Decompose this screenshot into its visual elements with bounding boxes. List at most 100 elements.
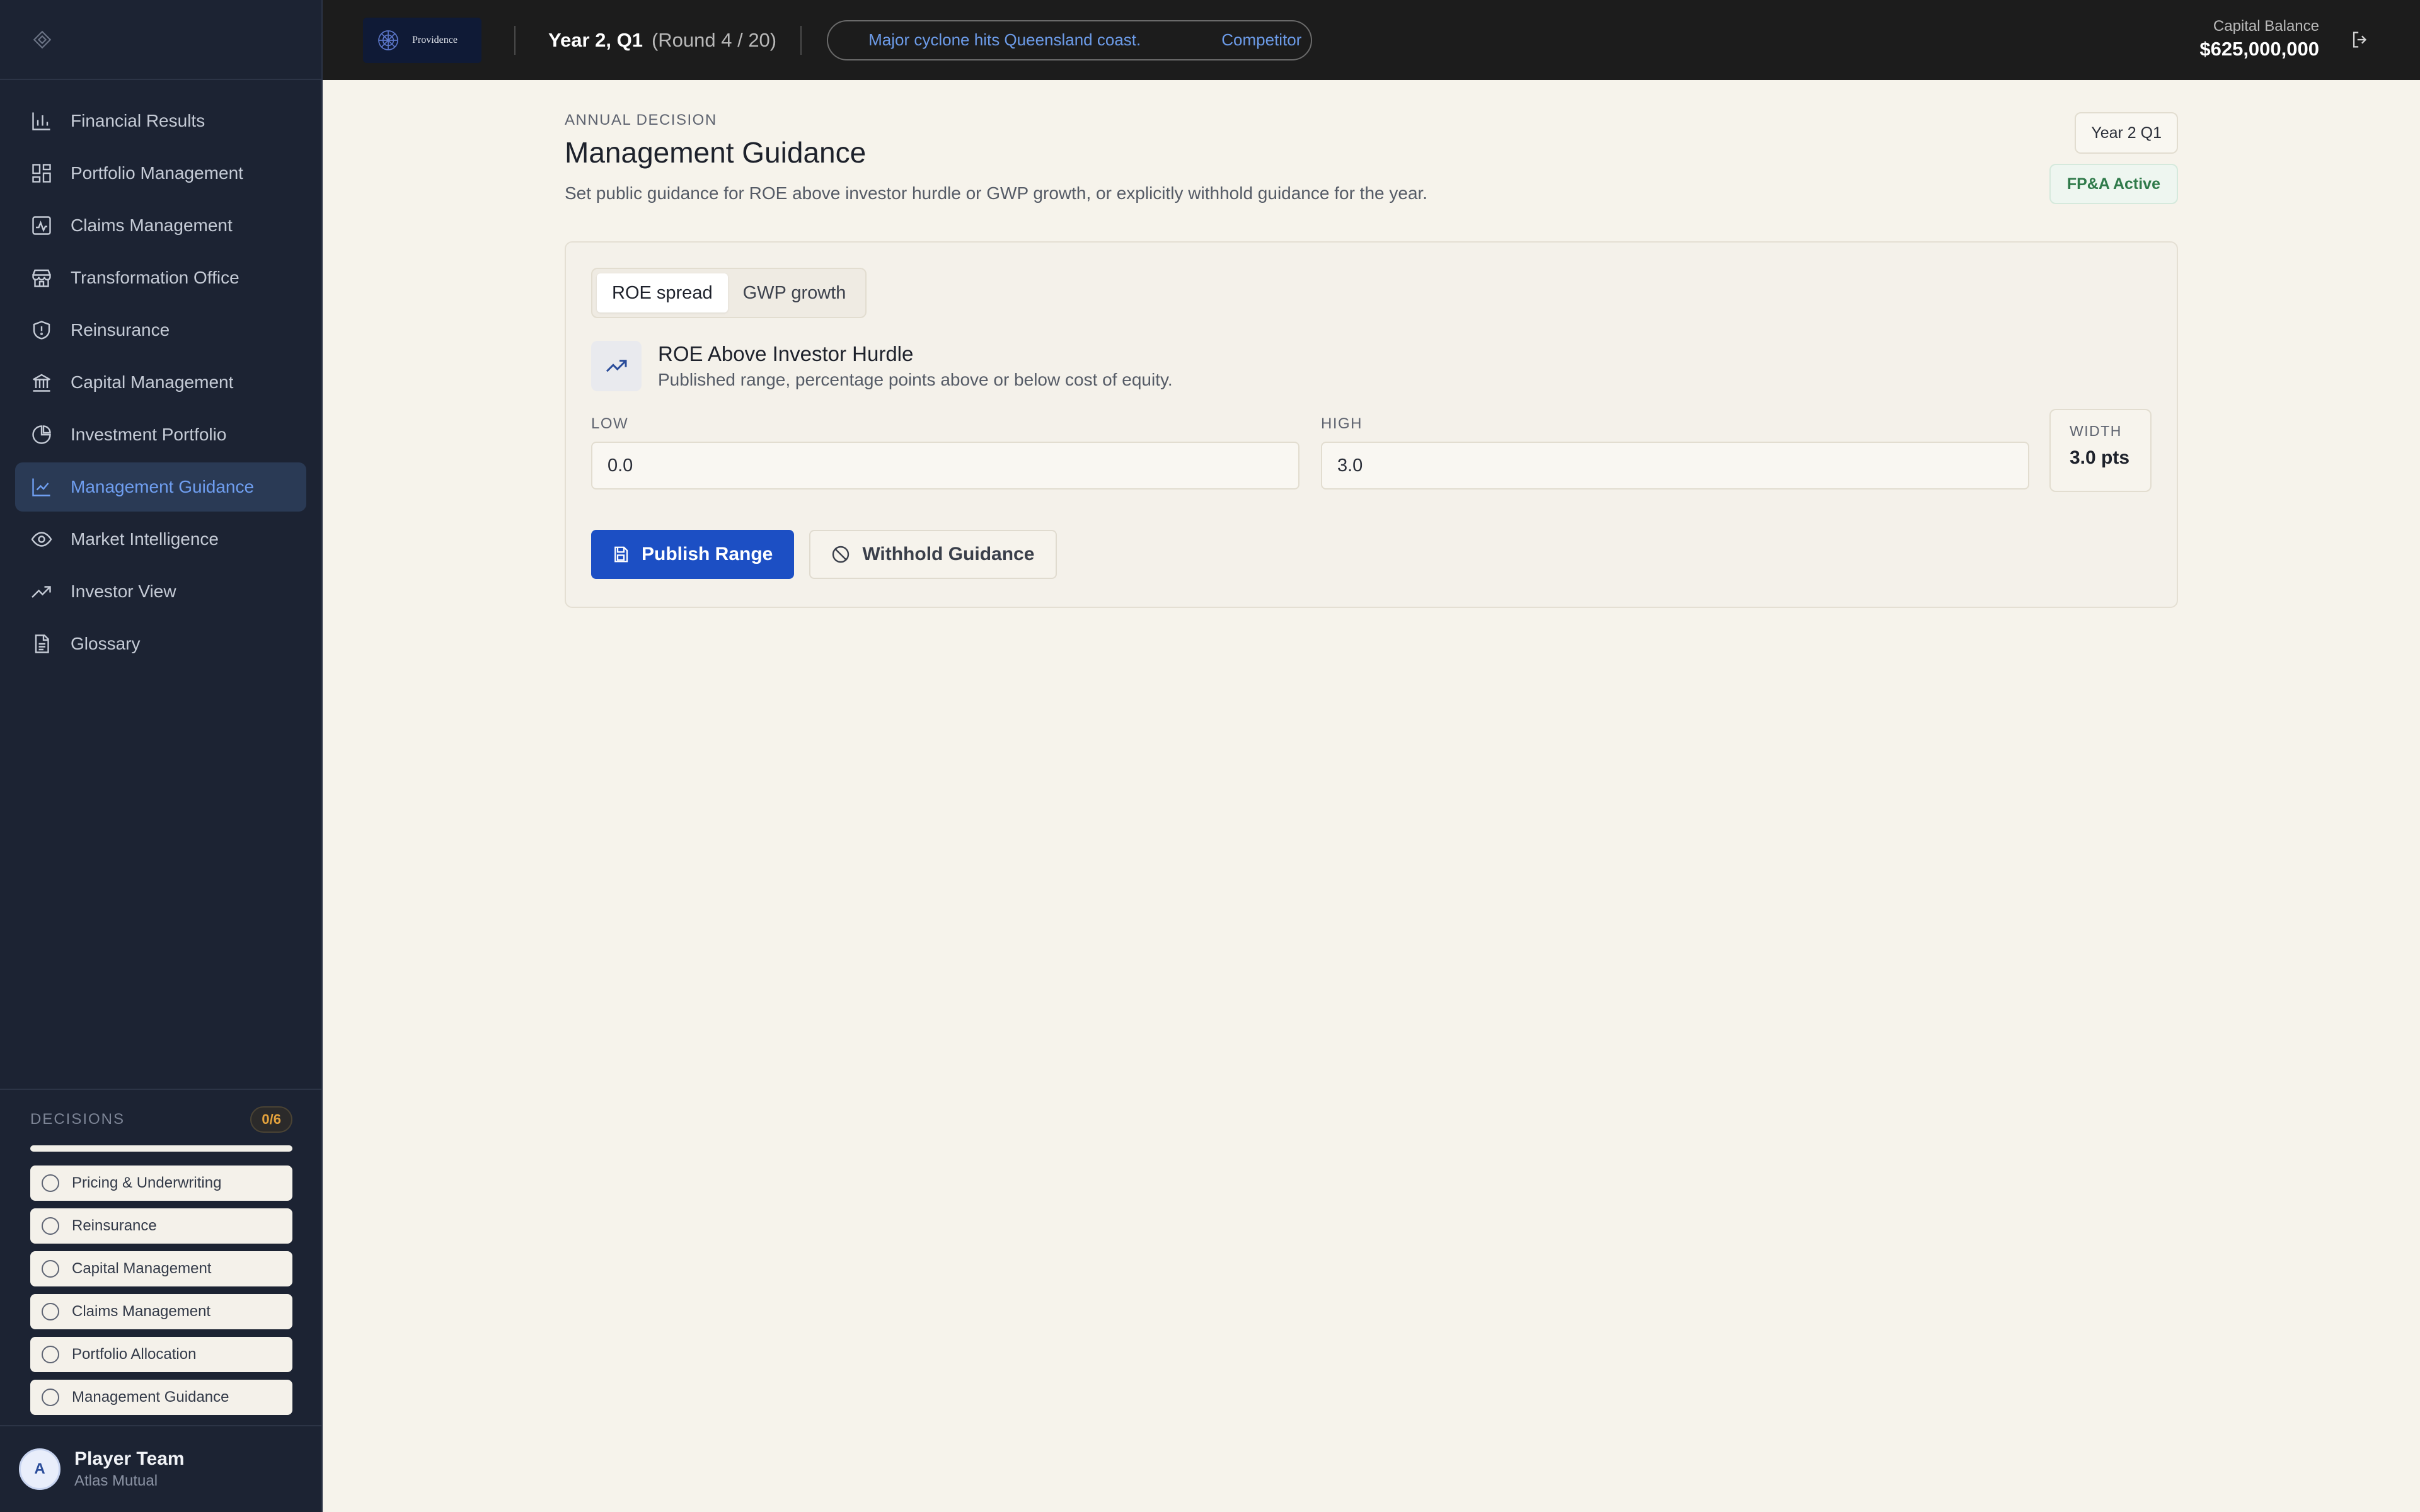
width-value: 3.0 pts [2070, 447, 2130, 468]
tab-roe-spread[interactable]: ROE spread [597, 273, 728, 312]
publish-range-button[interactable]: Publish Range [591, 530, 795, 579]
line-chart-icon [32, 478, 50, 496]
guidance-tabs: ROE spread GWP growth [591, 268, 867, 318]
divider [800, 25, 802, 55]
capital-balance-label: Capital Balance [2213, 18, 2319, 35]
divider [514, 25, 516, 55]
decision-item-label: Management Guidance [72, 1389, 229, 1406]
capital-balance: Capital Balance $625,000,000 [2199, 18, 2319, 60]
logout-icon[interactable] [2349, 29, 2371, 50]
shield-icon [33, 321, 50, 340]
low-field-group: LOW 0.0 [591, 415, 1299, 490]
sidebar-item-glossary[interactable]: Glossary [15, 619, 306, 668]
decision-item-label: Capital Management [72, 1260, 212, 1277]
trending-up-icon [606, 360, 627, 372]
page-description: Set public guidance for ROE above invest… [565, 183, 1428, 203]
high-input[interactable]: 3.0 [1321, 442, 2029, 490]
circle-icon [42, 1346, 59, 1363]
sidebar-item-label: Investor View [71, 581, 176, 601]
bar-chart-icon [32, 112, 50, 130]
period-badge: Year 2 Q1 [2075, 112, 2178, 154]
sidebar-logo[interactable] [0, 0, 321, 80]
decision-item-reinsurance[interactable]: Reinsurance [30, 1208, 292, 1244]
circle-icon [42, 1260, 59, 1278]
circle-icon [42, 1174, 59, 1192]
width-summary: WIDTH 3.0 pts [2049, 409, 2152, 492]
sidebar-item-transformation-office[interactable]: Transformation Office [15, 253, 306, 302]
sidebar-item-market-intelligence[interactable]: Market Intelligence [15, 515, 306, 564]
save-icon [614, 546, 628, 563]
sidebar-item-label: Capital Management [71, 372, 234, 392]
pie-chart-icon [32, 425, 51, 444]
decision-item-label: Claims Management [72, 1303, 211, 1320]
decision-item-management-guidance[interactable]: Management Guidance [30, 1380, 292, 1415]
decision-item-label: Pricing & Underwriting [72, 1174, 222, 1191]
circle-icon [42, 1389, 59, 1406]
ticker-item: Competitor [1221, 30, 1302, 49]
sidebar-item-label: Portfolio Management [71, 163, 243, 183]
round-main: Year 2, Q1 [548, 28, 643, 51]
sidebar-item-financial-results[interactable]: Financial Results [15, 96, 306, 146]
tab-gwp-growth[interactable]: GWP growth [728, 273, 861, 312]
low-label: LOW [591, 415, 629, 432]
avatar: A [19, 1448, 60, 1490]
width-label: WIDTH [2070, 423, 2122, 439]
decision-item-claims-management[interactable]: Claims Management [30, 1294, 292, 1329]
document-icon [35, 634, 49, 653]
sidebar-item-investor-view[interactable]: Investor View [15, 567, 306, 616]
main-content: ANNUAL DECISION Management Guidance Set … [565, 80, 2178, 608]
decisions-title: DECISIONS [30, 1111, 125, 1128]
high-field-group: HIGH 3.0 [1321, 415, 2029, 490]
sidebar-item-label: Investment Portfolio [71, 425, 227, 444]
sidebar-nav: Financial Results Portfolio Management C… [0, 80, 321, 668]
sidebar-item-label: Claims Management [71, 215, 233, 235]
round-sub: (Round 4 / 20) [651, 28, 777, 51]
brand-logo[interactable]: Providence [363, 17, 481, 63]
decisions-progress-bar [30, 1145, 292, 1152]
player-profile[interactable]: A Player Team Atlas Mutual [0, 1425, 323, 1512]
brand-name: Providence [412, 34, 458, 45]
player-org: Atlas Mutual [74, 1472, 158, 1489]
decision-item-label: Reinsurance [72, 1217, 157, 1234]
action-buttons: Publish Range Withhold Guidance [591, 530, 2152, 579]
sidebar-item-portfolio-management[interactable]: Portfolio Management [15, 149, 306, 198]
ticker-item: Major cyclone hits Queensland coast. [868, 30, 1141, 49]
sidebar-item-reinsurance[interactable]: Reinsurance [15, 306, 306, 355]
grid-icon [32, 164, 51, 183]
guidance-card: ROE spread GWP growth ROE Above Investor… [565, 241, 2178, 608]
diamond-logo-icon [33, 30, 52, 49]
circle-icon [42, 1217, 59, 1235]
sidebar-item-label: Reinsurance [71, 320, 170, 340]
section-header: ROE Above Investor Hurdle Published rang… [591, 341, 2152, 391]
decision-item-capital-management[interactable]: Capital Management [30, 1251, 292, 1286]
decision-item-pricing-underwriting[interactable]: Pricing & Underwriting [30, 1166, 292, 1201]
compass-logo-icon [378, 30, 398, 50]
circle-icon [42, 1303, 59, 1320]
sidebar-item-investment-portfolio[interactable]: Investment Portfolio [15, 410, 306, 459]
sidebar-item-management-guidance[interactable]: Management Guidance [15, 462, 306, 512]
decisions-panel: DECISIONS 0/6 Pricing & Underwriting Rei… [0, 1089, 323, 1423]
page-eyebrow: ANNUAL DECISION [565, 112, 717, 129]
sidebar: Financial Results Portfolio Management C… [0, 0, 323, 1512]
sidebar-item-claims-management[interactable]: Claims Management [15, 201, 306, 250]
sidebar-item-capital-management[interactable]: Capital Management [15, 358, 306, 407]
sidebar-item-label: Market Intelligence [71, 529, 219, 549]
status-badge: FP&A Active [2049, 164, 2178, 204]
bank-icon [32, 374, 51, 392]
player-name: Player Team [74, 1448, 185, 1469]
page-title: Management Guidance [565, 136, 867, 169]
eye-icon [31, 532, 52, 547]
decisions-count-badge: 0/6 [250, 1106, 292, 1133]
withhold-guidance-label: Withhold Guidance [862, 544, 1035, 564]
withhold-guidance-button[interactable]: Withhold Guidance [809, 530, 1057, 579]
low-input[interactable]: 0.0 [591, 442, 1299, 490]
publish-range-label: Publish Range [642, 544, 773, 564]
trending-up-icon [32, 586, 51, 598]
decision-item-label: Portfolio Allocation [72, 1346, 197, 1363]
section-subtitle: Published range, percentage points above… [658, 370, 1173, 389]
decision-item-portfolio-allocation[interactable]: Portfolio Allocation [30, 1337, 292, 1372]
top-bar: Providence Year 2, Q1 (Round 4 / 20) Majo… [323, 0, 2420, 80]
capital-balance-value: $625,000,000 [2199, 38, 2319, 60]
news-ticker[interactable]: Major cyclone hits Queensland coast. Com… [827, 20, 1313, 60]
sidebar-item-label: Transformation Office [71, 268, 239, 287]
